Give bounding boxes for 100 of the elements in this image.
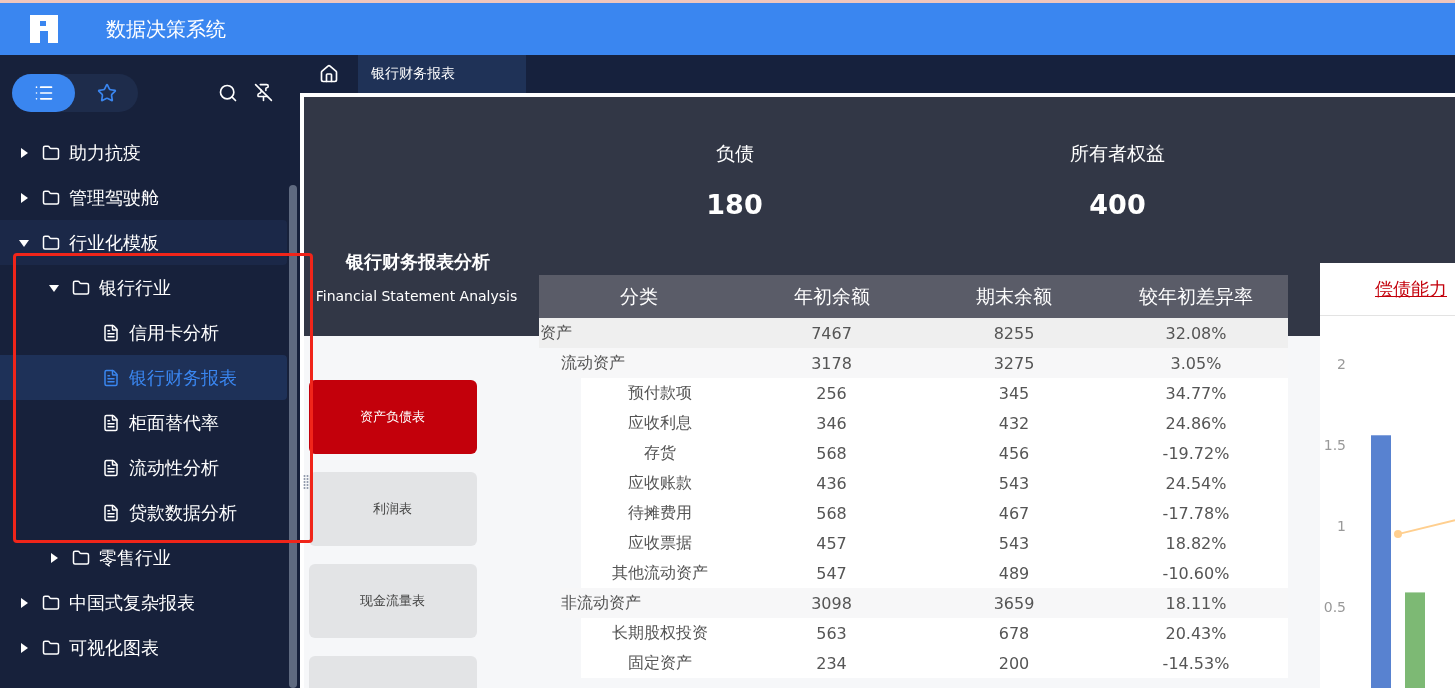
table-cell-text: 3098 (810, 593, 853, 613)
report-title: 银行财务报表分析 (345, 250, 490, 274)
folder-icon (42, 233, 60, 252)
table-cell-text: 3659 (992, 593, 1036, 613)
folder-icon (42, 143, 60, 162)
report-nav-button[interactable]: 利润表 (308, 472, 477, 546)
tree-item-label: 银行行业 (99, 275, 171, 300)
tree-item[interactable]: 管理驾驶舱 (0, 175, 287, 220)
document-icon (102, 458, 120, 477)
table-cell-text: 568 (815, 443, 848, 463)
folder-icon (72, 548, 90, 567)
table-cell-text: 345 (997, 383, 1031, 403)
star-icon (96, 82, 117, 103)
table-cell-text: 应收账款 (627, 472, 693, 494)
table-cell-text: 应收利息 (627, 412, 693, 434)
table-cell-text: 346 (815, 413, 848, 433)
tree-item[interactable]: 行业化模板 (0, 220, 287, 265)
column-header: 期末余额 (975, 283, 1053, 309)
table-cell-text: 24.54% (1164, 473, 1228, 493)
kpi-label: 所有者权益 (1070, 141, 1165, 166)
trend-line-drawing (1394, 519, 1455, 539)
table-cell-text: 非流动资产 (560, 592, 642, 614)
table-cell-text: -17.78% (1161, 503, 1231, 523)
tree-item[interactable]: 柜面替代率 (0, 400, 287, 445)
scrollbar[interactable] (289, 185, 297, 688)
tree-item[interactable]: 信用卡分析 (0, 310, 287, 355)
table-cell-text: 流动资产 (560, 352, 626, 374)
column-header: 年初余额 (792, 283, 871, 309)
report-tab[interactable]: 银行财务报表 (358, 55, 526, 93)
table-cell-text: 24.86% (1164, 413, 1228, 433)
y-axis-label: 2 (1337, 356, 1346, 372)
table-cell-text: 543 (997, 473, 1031, 493)
table-cell-text: 预付款项 (627, 382, 693, 404)
column-header: 较年初差异率 (1138, 283, 1254, 309)
table-cell-text: 563 (815, 623, 848, 643)
tree-item-label: 管理驾驶舱 (69, 185, 159, 210)
resize-handle-icon[interactable] (303, 474, 309, 490)
table-cell-text: 存货 (643, 442, 677, 464)
report-subtitle: Financial Statement Analysis (315, 288, 518, 304)
caret-right-icon[interactable] (19, 191, 29, 204)
caret-right-icon[interactable] (19, 641, 29, 654)
tree-item[interactable]: 可视化图表 (0, 625, 287, 670)
document-icon (102, 323, 120, 342)
app-title: 数据决策系统 (106, 15, 226, 43)
list-view-button[interactable] (12, 73, 75, 112)
column-header: 分类 (619, 283, 659, 309)
report-nav-button[interactable]: 资产负债表 (308, 380, 477, 454)
table-cell-text: 3178 (810, 353, 853, 373)
table-cell-text: 547 (815, 563, 848, 583)
tree-item-label: 贷款数据分析 (129, 500, 237, 525)
kpi-value: 400 (1089, 189, 1146, 220)
tree-item-label: 银行财务报表 (129, 365, 237, 390)
table-cell-text: 489 (997, 563, 1031, 583)
document-icon (102, 503, 120, 522)
y-axis-label: 1 (1337, 518, 1346, 534)
table-cell-text: 234 (815, 653, 848, 673)
folder-icon (42, 638, 60, 657)
table-cell-text: -14.53% (1161, 653, 1231, 673)
table-cell-text: 256 (815, 383, 848, 403)
search-button[interactable] (218, 82, 238, 103)
tree-item[interactable]: 助力抗疫 (0, 130, 287, 175)
table-cell-text: -10.60% (1161, 563, 1231, 583)
folder-icon (42, 593, 60, 612)
tree-item[interactable]: 银行财务报表 (0, 355, 287, 400)
table-cell-text: 3275 (992, 353, 1036, 373)
caret-right-icon[interactable] (19, 596, 29, 609)
kpi-label: 负债 (715, 141, 754, 166)
tree-item-label: 流动性分析 (129, 455, 219, 480)
table-cell-text: 待摊费用 (627, 502, 693, 524)
tree-item[interactable]: 流动性分析 (0, 445, 287, 490)
table-cell-text: 34.77% (1164, 383, 1228, 403)
table-cell-text: 3.05% (1169, 353, 1223, 373)
table-cell-text: 长期股权投资 (611, 622, 709, 644)
pin-off-icon (254, 83, 273, 102)
tree-item[interactable]: 零售行业 (0, 535, 287, 580)
table-cell-text: 18.11% (1164, 593, 1228, 613)
search-icon (218, 82, 238, 103)
unpin-button[interactable] (254, 83, 273, 102)
table-cell-text: 应收票据 (627, 532, 693, 554)
table-cell-text: 7467 (810, 323, 853, 343)
table-cell-text: 432 (997, 413, 1031, 433)
chart-title-link[interactable]: 偿债能力 (1375, 277, 1447, 301)
table-cell-text: 543 (997, 533, 1031, 553)
table-cell-text: 32.08% (1164, 323, 1228, 343)
tree-item[interactable]: 银行行业 (0, 265, 287, 310)
tree-item-label: 行业化模板 (69, 230, 159, 255)
tree-item[interactable]: 中国式复杂报表 (0, 580, 287, 625)
caret-right-icon[interactable] (19, 146, 29, 159)
table-cell-text: 200 (997, 653, 1031, 673)
document-icon (102, 413, 120, 432)
table-cell-text: 20.43% (1164, 623, 1228, 643)
table-cell-text: 其他流动资产 (611, 562, 709, 584)
caret-right-icon[interactable] (49, 551, 59, 564)
report-nav-button[interactable]: 现金流量表 (308, 564, 477, 638)
kpi-value: 180 (706, 189, 763, 220)
table-cell-text: 568 (815, 503, 848, 523)
table-cell-text: 固定资产 (627, 652, 693, 674)
table-cell-text: -19.72% (1161, 443, 1231, 463)
tree-item[interactable]: 贷款数据分析 (0, 490, 287, 535)
table-cell-text: 467 (997, 503, 1031, 523)
